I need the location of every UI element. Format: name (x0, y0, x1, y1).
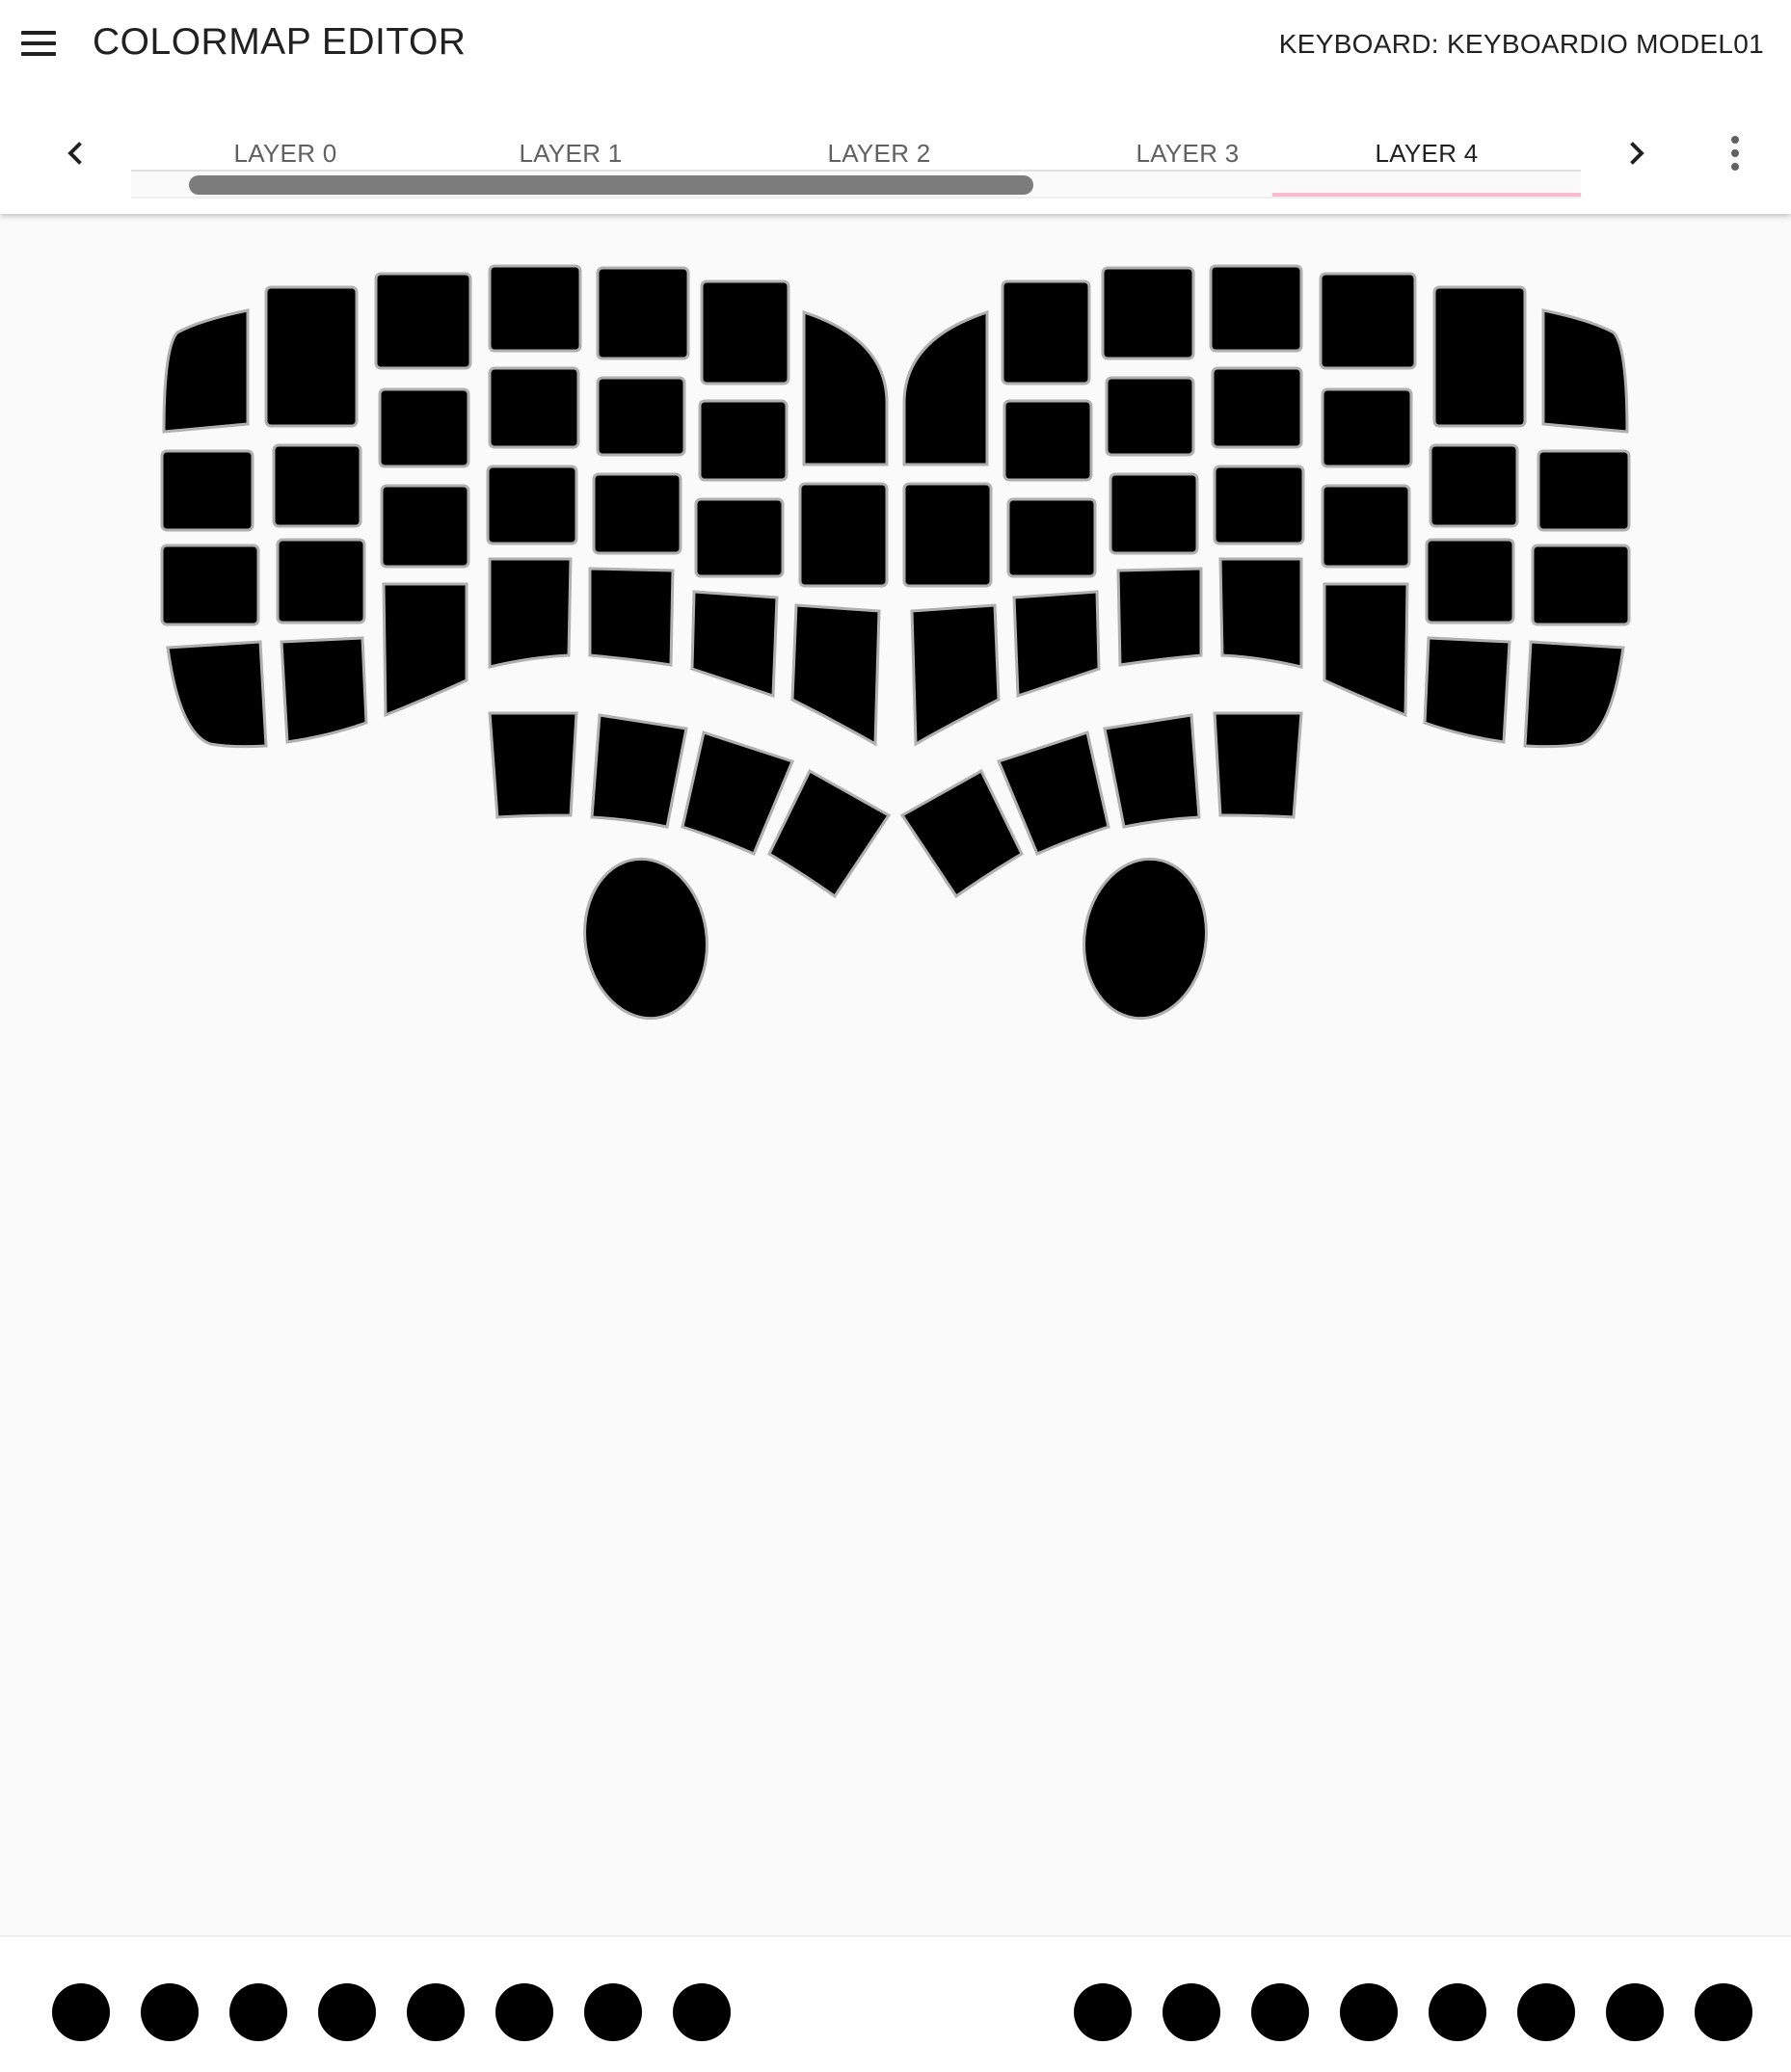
key-right-27[interactable] (1213, 711, 1303, 819)
key-left-15[interactable] (276, 538, 366, 624)
color-swatch-13[interactable] (1517, 1983, 1575, 2041)
color-swatch-4[interactable] (407, 1983, 465, 2041)
key-left-29[interactable] (681, 731, 795, 856)
key-left-24[interactable] (588, 567, 675, 667)
key-left-30[interactable] (767, 768, 892, 899)
color-swatch-5[interactable] (495, 1983, 553, 2041)
key-left-21[interactable] (280, 636, 368, 744)
tab-layer-4[interactable]: LAYER 4 (1272, 133, 1581, 173)
key-left-10[interactable] (488, 366, 580, 449)
key-left-18[interactable] (592, 472, 682, 555)
more-vert-icon[interactable] (1714, 129, 1756, 177)
active-tab-indicator (1272, 193, 1581, 197)
key-right-28[interactable] (1103, 713, 1201, 829)
keyboard-label: KEYBOARD: KEYBOARDIO MODEL01 (1278, 29, 1764, 59)
key-right-25[interactable] (1012, 590, 1101, 699)
key-left-8[interactable] (272, 443, 362, 528)
key-right-5[interactable] (1001, 279, 1091, 385)
key-left-22[interactable] (382, 582, 468, 718)
key-right-9[interactable] (1321, 387, 1413, 468)
chevron-right-icon[interactable] (1612, 129, 1660, 177)
key-left-0[interactable] (162, 308, 250, 434)
key-right-4[interactable] (1101, 266, 1195, 360)
color-swatch-0[interactable] (52, 1983, 110, 2041)
tabs-scrollbar-thumb[interactable] (189, 175, 1033, 195)
key-left-20[interactable] (166, 640, 268, 749)
color-swatch-2[interactable] (229, 1983, 287, 2041)
key-left-13[interactable] (798, 482, 889, 588)
key-left-19[interactable] (694, 497, 785, 578)
key-left-5[interactable] (700, 279, 790, 385)
color-swatch-1[interactable] (141, 1983, 199, 2041)
color-swatch-15[interactable] (1695, 1983, 1752, 2041)
key-right-11[interactable] (1105, 376, 1195, 457)
key-right-20[interactable] (1523, 640, 1625, 749)
color-swatch-14[interactable] (1606, 1983, 1664, 2041)
color-swatch-11[interactable] (1340, 1983, 1398, 2041)
color-swatch-10[interactable] (1251, 1983, 1309, 2041)
key-right-30[interactable] (899, 768, 1024, 899)
color-swatch-8[interactable] (1074, 1983, 1132, 2041)
key-right-12[interactable] (1002, 399, 1093, 482)
key-right-23[interactable] (1218, 557, 1303, 669)
key-right-19[interactable] (1006, 497, 1097, 578)
right-palm-key[interactable] (1074, 851, 1216, 1026)
key-left-27[interactable] (488, 711, 578, 819)
key-left-4[interactable] (596, 266, 690, 360)
key-right-18[interactable] (1109, 472, 1199, 555)
keyboard-layout (160, 264, 1631, 1026)
key-right-0[interactable] (1541, 308, 1629, 434)
key-right-29[interactable] (996, 731, 1110, 856)
color-palette (0, 1935, 1791, 2072)
app-bar: COLORMAP EDITOR KEYBOARD: KEYBOARDIO MOD… (0, 0, 1791, 214)
layer-tabs: LAYER 0 LAYER 1 LAYER 2 LAYER 3 LAYER 4 (131, 133, 1581, 199)
tab-layer-0[interactable]: LAYER 0 (131, 133, 440, 173)
key-left-25[interactable] (690, 590, 779, 699)
key-right-7[interactable] (1537, 449, 1631, 532)
key-right-1[interactable] (1432, 285, 1527, 428)
key-right-26[interactable] (910, 603, 1001, 747)
key-right-24[interactable] (1116, 567, 1203, 667)
right-keyboard-half (899, 264, 1631, 1026)
key-right-21[interactable] (1423, 636, 1511, 744)
key-right-14[interactable] (1531, 544, 1631, 626)
key-left-14[interactable] (160, 544, 260, 626)
key-left-28[interactable] (590, 713, 688, 829)
left-palm-key[interactable] (575, 851, 717, 1026)
key-right-6[interactable] (902, 309, 989, 466)
key-right-22[interactable] (1323, 582, 1409, 718)
key-right-8[interactable] (1429, 443, 1519, 528)
chevron-left-icon[interactable] (52, 129, 100, 177)
key-left-3[interactable] (488, 264, 582, 353)
key-right-15[interactable] (1425, 538, 1515, 624)
key-right-3[interactable] (1209, 264, 1303, 353)
tab-layer-2[interactable]: LAYER 2 (725, 133, 1033, 173)
color-swatch-9[interactable] (1163, 1983, 1220, 2041)
key-left-26[interactable] (790, 603, 881, 747)
color-swatch-6[interactable] (584, 1983, 642, 2041)
key-left-11[interactable] (596, 376, 686, 457)
left-keyboard-half (160, 264, 892, 1026)
key-left-6[interactable] (802, 309, 889, 466)
tab-layer-1[interactable]: LAYER 1 (416, 133, 725, 173)
color-swatch-12[interactable] (1429, 1983, 1486, 2041)
key-left-16[interactable] (380, 484, 470, 569)
key-left-1[interactable] (264, 285, 359, 428)
key-left-23[interactable] (488, 557, 573, 669)
key-left-12[interactable] (698, 399, 789, 482)
key-right-17[interactable] (1213, 465, 1305, 545)
key-left-2[interactable] (374, 272, 472, 370)
key-right-10[interactable] (1211, 366, 1303, 449)
hamburger-menu-icon[interactable] (17, 25, 60, 64)
color-swatch-7[interactable] (673, 1983, 731, 2041)
color-swatch-3[interactable] (318, 1983, 376, 2041)
key-right-2[interactable] (1319, 272, 1417, 370)
key-left-9[interactable] (378, 387, 470, 468)
key-left-7[interactable] (160, 449, 254, 532)
app-title: COLORMAP EDITOR (93, 21, 467, 63)
key-left-17[interactable] (486, 465, 578, 545)
key-right-13[interactable] (902, 482, 993, 588)
key-right-16[interactable] (1321, 484, 1411, 569)
